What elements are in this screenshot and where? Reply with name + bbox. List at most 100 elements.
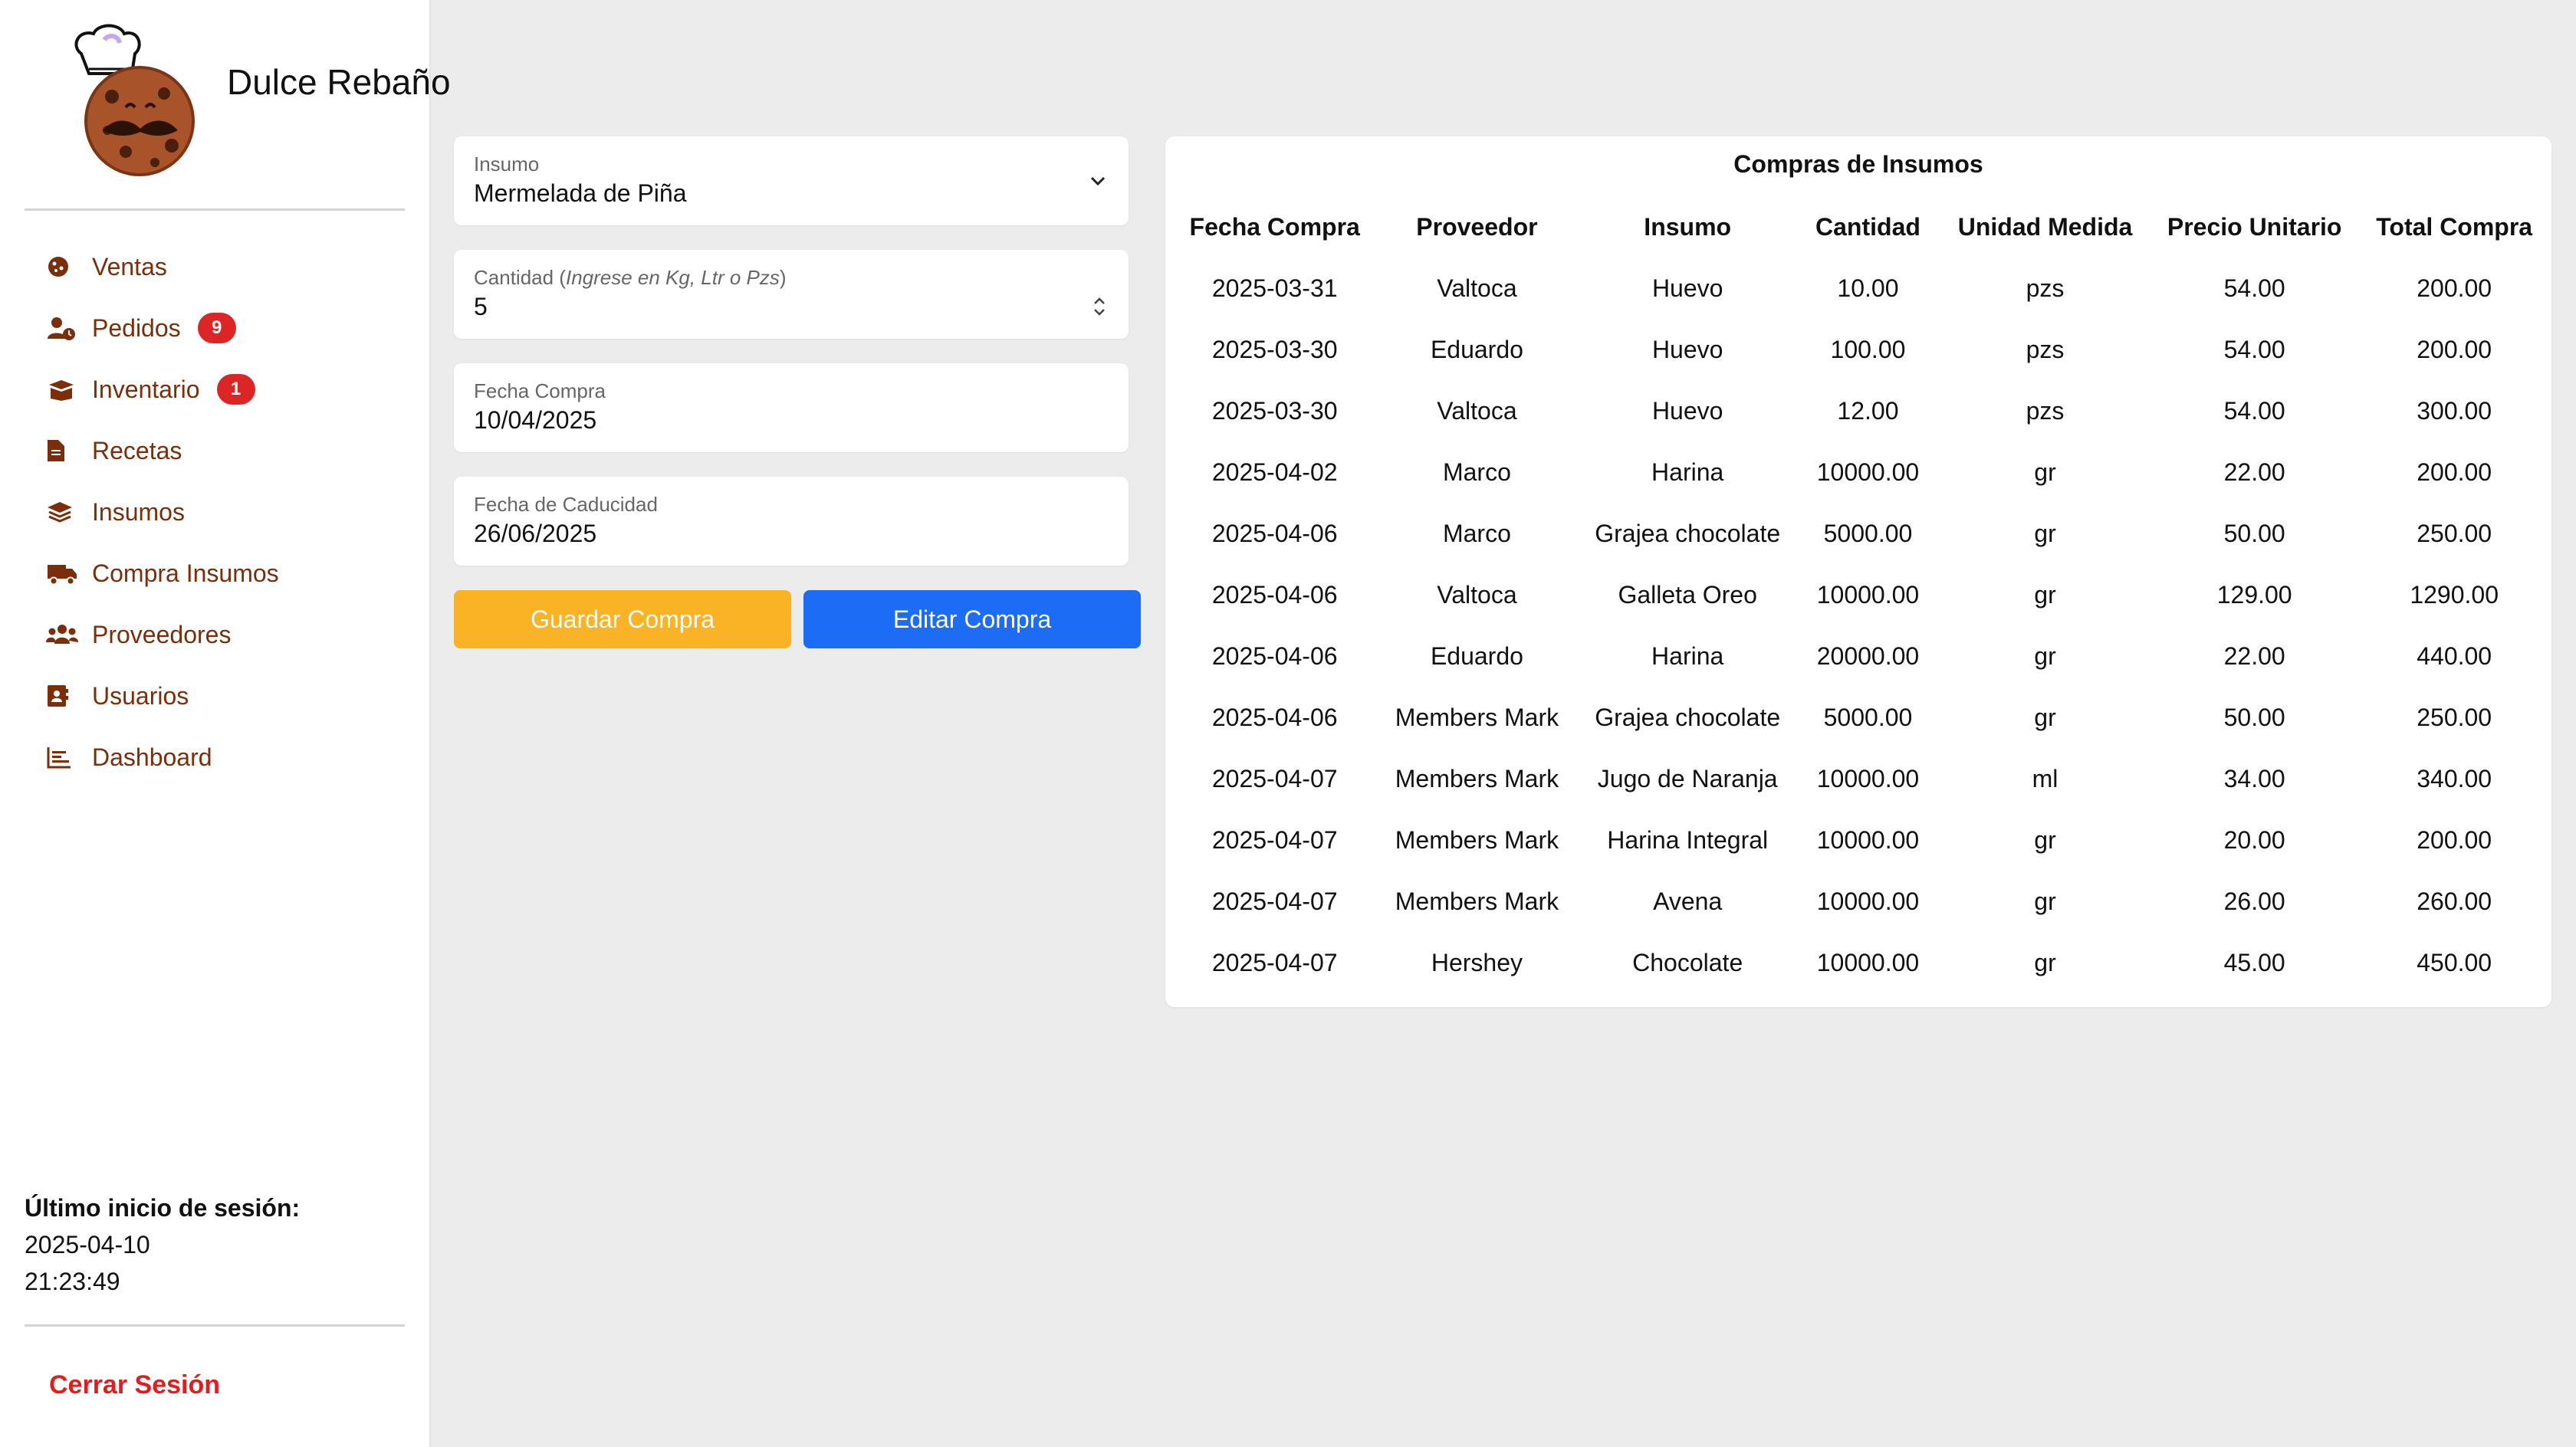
sidebar-item-insumos[interactable]: Insumos [46, 481, 414, 543]
table-cell: 450.00 [2417, 948, 2492, 976]
table-cell: Jugo de Naranja [1597, 764, 1778, 792]
truck-icon [46, 555, 83, 592]
users-icon [46, 616, 83, 653]
fecha-compra-field[interactable]: Fecha Compra 10/04/2025 [454, 363, 1129, 452]
number-stepper-icon[interactable] [1090, 293, 1109, 320]
table-cell: Harina Integral [1607, 825, 1769, 854]
table-cell: gr [2034, 887, 2056, 915]
table-cell: pzs [2026, 396, 2065, 425]
column-header[interactable]: Precio Unitario [2152, 196, 2357, 258]
table-cell: 34.00 [2223, 764, 2285, 792]
table-cell: 10000.00 [1816, 825, 1920, 854]
table-cell: 10000.00 [1816, 580, 1920, 609]
table-cell: 2025-04-06 [1211, 703, 1338, 731]
table-cell: 10.00 [1837, 274, 1899, 302]
sidebar-item-usuarios[interactable]: Usuarios [46, 665, 414, 727]
table-cell: 300.00 [2417, 396, 2492, 425]
column-header[interactable]: Proveedor [1376, 196, 1577, 258]
sidebar-item-label: Proveedores [92, 620, 232, 648]
fecha-caducidad-label: Fecha de Caducidad [474, 493, 658, 516]
table-cell: 54.00 [2223, 335, 2285, 363]
table-cell: pzs [2026, 274, 2065, 302]
sidebar-nav: Ventas Pedidos 9 Inventario 1 Recetas In… [46, 236, 414, 788]
table-cell: 50.00 [2223, 519, 2285, 547]
table-cell: 1290.00 [2410, 580, 2499, 609]
table-cell: gr [2034, 948, 2056, 976]
table-row[interactable]: 2025-03-30 Eduardo Huevo 100.00 pzs 54.00 200.… [1173, 319, 2551, 380]
table-cell: Members Mark [1395, 764, 1559, 792]
table-cell: Huevo [1651, 396, 1723, 425]
brand[interactable]: Dulce Rebaño [64, 23, 451, 184]
column-header[interactable]: Unidad Medida [1938, 196, 2152, 258]
table-cell: Valtoca [1437, 274, 1517, 302]
table-cell: 2025-03-31 [1211, 274, 1338, 302]
table-row[interactable]: 2025-03-31 Valtoca Huevo 10.00 pzs 54.00 200.0… [1173, 258, 2551, 319]
insumo-value: Mermelada de Piña [474, 179, 687, 207]
table-row[interactable]: 2025-04-06 Eduardo Harina 20000.00 gr 22.00 44… [1173, 625, 2551, 687]
table-cell: ml [2032, 764, 2058, 792]
table-title: Compras de Insumos [1733, 150, 1983, 178]
table-cell: 2025-04-07 [1211, 887, 1338, 915]
sidebar-item-compra-insumos[interactable]: Compra Insumos [46, 543, 414, 604]
table-row[interactable]: 2025-04-07 Hershey Chocolate 10000.00 gr 45.0… [1173, 932, 2551, 993]
table-cell: 2025-04-07 [1211, 825, 1338, 854]
table-cell: Harina [1651, 458, 1724, 486]
sidebar-item-label: Usuarios [92, 681, 189, 710]
table-cell: 2025-04-06 [1211, 519, 1338, 547]
table-cell: 2025-03-30 [1211, 335, 1338, 363]
column-header[interactable]: Total Compra [2357, 196, 2551, 258]
edit-purchase-button[interactable]: Editar Compra [803, 590, 1141, 648]
cookie-icon [46, 248, 83, 285]
sidebar-item-pedidos[interactable]: Pedidos 9 [46, 297, 414, 359]
table-row[interactable]: 2025-04-06 Marco Grajea chocolate 5000.00 gr… [1173, 503, 2551, 564]
table-cell: gr [2034, 703, 2056, 731]
sidebar-item-label: Insumos [92, 497, 185, 526]
table-cell: 45.00 [2223, 948, 2285, 976]
logout-button[interactable]: Cerrar Sesión [49, 1370, 220, 1400]
table-row[interactable]: 2025-03-30 Valtoca Huevo 12.00 pzs 54.00 300.0… [1173, 380, 2551, 441]
table-cell: 250.00 [2417, 703, 2492, 731]
table-cell: Grajea chocolate [1595, 519, 1781, 547]
last-login-title: Último inicio de sesión: [25, 1194, 301, 1222]
table-cell: 200.00 [2417, 825, 2492, 854]
sidebar-item-ventas[interactable]: Ventas [46, 236, 414, 297]
sidebar-item-proveedores[interactable]: Proveedores [46, 604, 414, 665]
insumo-label: Insumo [474, 153, 540, 176]
insumo-select[interactable]: Insumo Mermelada de Piña [454, 136, 1129, 225]
pedidos-count-badge: 9 [197, 313, 236, 343]
table-cell: Eduardo [1430, 641, 1523, 670]
column-header[interactable]: Insumo [1577, 196, 1797, 258]
sidebar-item-dashboard[interactable]: Dashboard [46, 727, 414, 788]
table-cell: 200.00 [2417, 458, 2492, 486]
table-row[interactable]: 2025-04-06 Members Mark Grajea chocolate 50… [1173, 687, 2551, 748]
table-row[interactable]: 2025-04-07 Members Mark Jugo de Naranja 100… [1173, 748, 2551, 809]
sidebar-item-inventario[interactable]: Inventario 1 [46, 359, 414, 420]
table-row[interactable]: 2025-04-07 Members Mark Avena 10000.00 gr 26.… [1173, 871, 2551, 932]
save-purchase-button[interactable]: Guardar Compra [454, 590, 791, 648]
sidebar-item-recetas[interactable]: Recetas [46, 420, 414, 481]
table-row[interactable]: 2025-04-02 Marco Harina 10000.00 gr 22.00 200.… [1173, 441, 2551, 503]
table-cell: Members Mark [1395, 825, 1559, 854]
table-cell: 20000.00 [1816, 641, 1920, 670]
table-cell: Hershey [1431, 948, 1523, 976]
table-cell: 5000.00 [1823, 703, 1913, 731]
table-row[interactable]: 2025-04-06 Valtoca Galleta Oreo 10000.00 gr 1… [1173, 564, 2551, 625]
chart-icon [46, 739, 83, 776]
column-header[interactable]: Cantidad [1798, 196, 1938, 258]
sidebar-item-label: Compra Insumos [92, 559, 279, 587]
table-cell: 22.00 [2223, 458, 2285, 486]
table-cell: 10000.00 [1816, 887, 1920, 915]
fecha-caducidad-field[interactable]: Fecha de Caducidad 26/06/2025 [454, 477, 1129, 566]
table-cell: 2025-03-30 [1211, 396, 1338, 425]
sidebar: Dulce Rebaño Ventas Pedidos 9 Inventario… [0, 0, 451, 1447]
table-cell: 26.00 [2223, 887, 2285, 915]
table-row[interactable]: 2025-04-07 Members Mark Harina Integral 100… [1173, 809, 2551, 871]
table-cell: Chocolate [1632, 948, 1743, 976]
table-cell: 22.00 [2223, 641, 2285, 670]
table-cell: Members Mark [1395, 887, 1559, 915]
cantidad-field[interactable]: Cantidad (Ingrese en Kg, Ltr o Pzs) 5 [454, 250, 1129, 339]
column-header[interactable]: Fecha Compra [1173, 196, 1376, 258]
table-cell: 260.00 [2417, 887, 2492, 915]
fecha-caducidad-value: 26/06/2025 [474, 520, 597, 547]
session-divider [25, 1324, 405, 1327]
